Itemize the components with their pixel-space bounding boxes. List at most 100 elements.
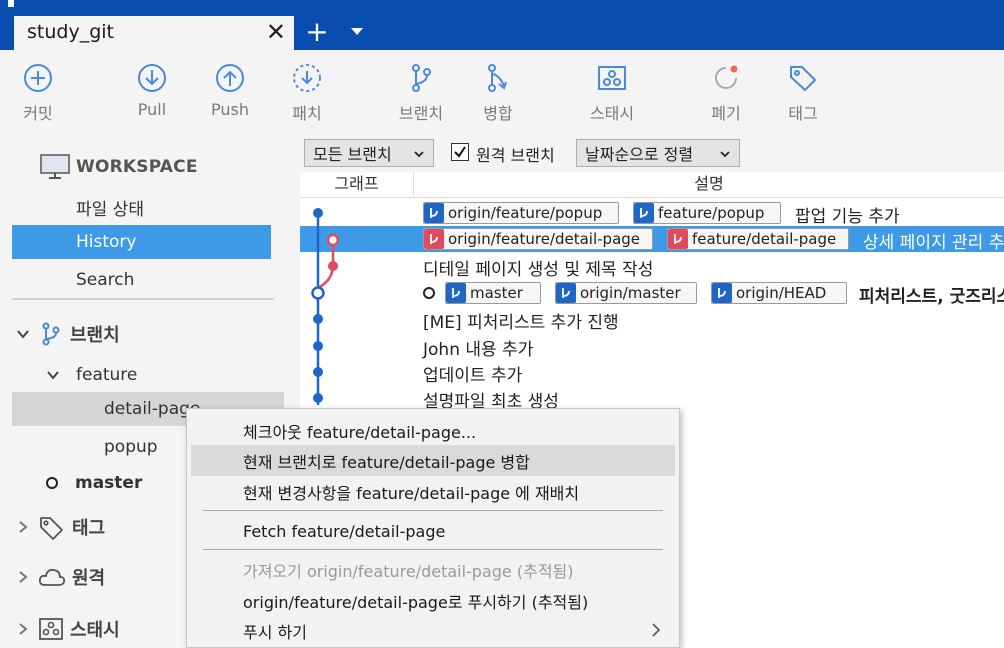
commit-message: 팝업 기능 추가 [795, 207, 900, 227]
ref-tag[interactable]: feature/detail-page [667, 228, 849, 250]
push-icon [216, 64, 244, 92]
graph-node [313, 393, 323, 403]
stash-icon [39, 618, 63, 640]
close-icon[interactable]: ✕ [266, 18, 286, 46]
ref-tag-label: master [470, 284, 523, 302]
sidebar-item-history[interactable]: History [12, 225, 271, 259]
menu-item-label: 현재 변경사항을 feature/detail-page 에 재배치 [243, 483, 580, 503]
ref-tag[interactable]: origin/master [555, 282, 697, 304]
branch-button[interactable]: 브랜치 [391, 62, 451, 132]
tab-title: study_git [27, 21, 114, 43]
discard-button[interactable]: 폐기 [696, 62, 756, 132]
ref-tag-label: feature/detail-page [692, 230, 837, 248]
menu-item-label: origin/feature/detail-page로 푸시하기 (추적됨) [243, 592, 589, 612]
sidebar-item-label: History [76, 232, 137, 252]
chevron-down-icon[interactable] [348, 22, 366, 40]
commit-message: 디테일 페이지 생성 및 제목 작성 [423, 260, 654, 280]
menu-item-push-tracked[interactable]: origin/feature/detail-page로 푸시하기 (추적됨) [191, 585, 675, 616]
head-indicator-icon [46, 477, 58, 489]
cloud-icon [38, 568, 66, 586]
ref-tag[interactable]: origin/feature/popup [423, 202, 619, 224]
tag-label: 태그 [788, 104, 818, 123]
pull-label: Pull [137, 100, 167, 119]
chevron-right-icon [19, 521, 28, 533]
graph-node [313, 367, 323, 377]
chevron-right-icon [652, 623, 661, 637]
commit-message: John 내용 추가 [423, 340, 534, 360]
branch-icon [42, 322, 60, 346]
stash-icon [598, 66, 626, 90]
monitor-icon [40, 154, 70, 179]
branch-label: master [75, 473, 143, 493]
remotes-label: 원격 [72, 568, 106, 589]
branch-ref-icon [446, 283, 466, 303]
menu-item-checkout[interactable]: 체크아웃 feature/detail-page... [191, 415, 675, 446]
branch-label: popup [104, 437, 158, 457]
patch-button[interactable]: 패치 [277, 62, 337, 132]
menu-item-fetch[interactable]: Fetch feature/detail-page [191, 516, 675, 547]
branch-master[interactable]: master [46, 468, 142, 498]
head-indicator-icon [423, 287, 435, 299]
ref-tag-label: origin/feature/popup [448, 204, 603, 222]
branches-label: 브랜치 [70, 325, 120, 346]
graph-node [328, 261, 338, 271]
sidebar-divider [12, 298, 274, 300]
merge-label: 병합 [483, 104, 513, 123]
stashes-label: 스태시 [70, 620, 120, 641]
branch-popup[interactable]: popup [104, 432, 158, 462]
tab-study-git[interactable]: study_git ✕ [14, 16, 294, 50]
sidebar-group-stashes[interactable]: 스태시 [16, 614, 120, 644]
sidebar-item-search[interactable]: Search [12, 264, 271, 296]
menu-item-label: 가져오기 origin/feature/detail-page (추적됨) [243, 561, 574, 581]
commit-button[interactable]: 커밋 [8, 62, 68, 132]
sidebar-item-label: Search [76, 270, 135, 290]
merge-button[interactable]: 병합 [468, 62, 528, 132]
patch-label: 패치 [292, 104, 322, 123]
branch-ref-icon [668, 229, 688, 249]
branch-ref-icon [424, 229, 444, 249]
ref-tag[interactable]: origin/HEAD [711, 282, 847, 304]
ref-tag[interactable]: feature/popup [633, 202, 781, 224]
menu-separator [203, 549, 663, 550]
ref-tag[interactable]: origin/feature/detail-page [423, 228, 653, 250]
branch-ref-icon [424, 203, 444, 223]
branch-label: 브랜치 [398, 104, 444, 123]
column-header-graph[interactable]: 그래프 [300, 172, 414, 198]
commit-message: 상세 페이지 관리 추가 [863, 233, 1004, 253]
sidebar-group-remotes[interactable]: 원격 [16, 562, 105, 592]
menu-item-label: 현재 브랜치로 feature/detail-page 병합 [243, 452, 530, 472]
add-tab-button[interactable]: + [303, 17, 331, 47]
remote-branch-checkbox[interactable] [451, 143, 469, 161]
branch-folder-feature[interactable]: feature [46, 360, 137, 390]
sort-order-dropdown[interactable]: 날짜순으로 정렬 [576, 139, 740, 167]
checkmark-icon [454, 146, 466, 158]
push-button[interactable]: Push [200, 62, 260, 132]
sidebar-item-file-status[interactable]: 파일 상태 [12, 191, 271, 223]
tag-button[interactable]: 태그 [773, 62, 833, 132]
stash-button[interactable]: 스태시 [582, 62, 642, 132]
menu-separator [203, 510, 663, 511]
ref-tag-label: origin/feature/detail-page [448, 230, 641, 248]
sidebar-group-tags[interactable]: 태그 [16, 512, 105, 542]
chevron-down-icon [414, 151, 424, 158]
discard-label: 폐기 [711, 104, 741, 123]
tag-icon [790, 66, 816, 91]
graph-node [313, 208, 323, 218]
toolbar: 커밋 Pull Push 패치 브랜치 병합 스태시 폐기 태그 [0, 50, 1004, 136]
menu-item-label: 체크아웃 feature/detail-page... [243, 422, 477, 442]
sidebar-item-label: 파일 상태 [76, 199, 144, 220]
menu-item-merge[interactable]: 현재 브랜치로 feature/detail-page 병합 [191, 445, 675, 476]
commit-message: 업데이트 추가 [423, 366, 523, 386]
branch-scope-dropdown[interactable]: 모든 브랜치 [304, 139, 434, 167]
menu-item-rebase[interactable]: 현재 변경사항을 feature/detail-page 에 재배치 [191, 476, 675, 507]
menu-item-push-submenu[interactable]: 푸시 하기 [191, 615, 675, 646]
ref-tag[interactable]: master [445, 282, 541, 304]
chevron-down-icon [720, 151, 730, 158]
graph-node [313, 341, 323, 351]
remote-branch-label: 원격 브랜치 [476, 146, 555, 165]
commit-icon [24, 64, 52, 92]
column-header-description[interactable]: 설명 [414, 172, 1004, 198]
sidebar-group-branches[interactable]: 브랜치 [16, 319, 120, 349]
menu-item-label: 푸시 하기 [243, 622, 307, 642]
pull-button[interactable]: Pull [122, 62, 182, 132]
